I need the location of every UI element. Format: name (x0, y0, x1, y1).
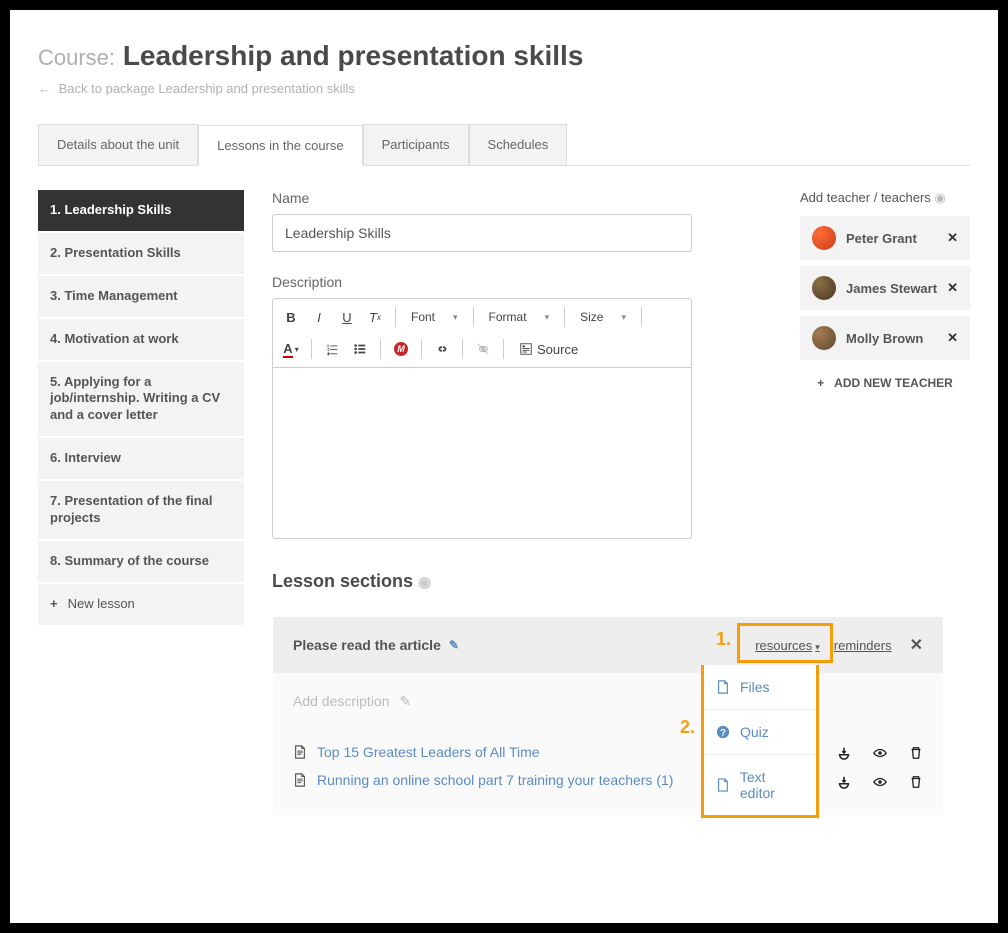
avatar (812, 276, 836, 300)
sidebar-item-lesson[interactable]: 5. Applying for a job/internship. Writin… (38, 362, 244, 439)
tabs: Details about the unit Lessons in the co… (38, 124, 970, 166)
add-description[interactable]: Add description ✎ (293, 693, 923, 710)
dropdown-item-label: Quiz (740, 724, 769, 740)
page-title: Course: Leadership and presentation skil… (38, 40, 970, 72)
reminders-link[interactable]: reminders (834, 638, 892, 653)
close-icon[interactable]: ✕ (910, 635, 923, 655)
lesson-sidebar: 1. Leadership Skills 2. Presentation Ski… (38, 190, 244, 816)
download-icon[interactable] (837, 744, 851, 760)
resources-dropdown-trigger[interactable]: resources▾ (755, 638, 820, 653)
caret-down-icon: ▾ (815, 642, 820, 652)
file-icon (716, 680, 730, 694)
sidebar-item-lesson[interactable]: 4. Motivation at work (38, 319, 244, 362)
teachers-label: Add teacher / teachers ◉ (800, 190, 970, 206)
resource-row: Top 15 Greatest Leaders of All Time (293, 738, 923, 766)
teacher-name: James Stewart (846, 281, 937, 296)
sidebar-item-lesson[interactable]: 6. Interview (38, 438, 244, 481)
tab-participants[interactable]: Participants (363, 124, 469, 165)
teacher-name: Peter Grant (846, 231, 917, 246)
resources-dropdown: Files ? Quiz Text editor (701, 665, 819, 818)
numbered-list-button[interactable] (320, 337, 344, 361)
eye-icon[interactable] (873, 772, 887, 788)
download-icon[interactable] (837, 772, 851, 788)
section-title: Please read the article (293, 637, 441, 653)
annotation-marker-2: 2. (680, 717, 695, 738)
annotation-marker-1: 1. (716, 629, 731, 650)
sidebar-new-lesson[interactable]: New lesson (38, 584, 244, 627)
remove-icon[interactable]: ✕ (947, 330, 958, 346)
sidebar-item-lesson[interactable]: 7. Presentation of the final projects (38, 481, 244, 541)
svg-text:M: M (397, 344, 405, 354)
tab-lessons[interactable]: Lessons in the course (198, 125, 362, 166)
document-icon (293, 745, 307, 759)
remove-format-button[interactable]: Tx (363, 305, 387, 329)
page-title-text: Leadership and presentation skills (123, 40, 584, 71)
sidebar-item-lesson[interactable]: 2. Presentation Skills (38, 233, 244, 276)
teacher-row: James Stewart ✕ (800, 266, 970, 310)
name-label: Name (272, 190, 772, 206)
avatar (812, 226, 836, 250)
pencil-icon[interactable]: ✎ (449, 638, 459, 652)
remove-icon[interactable]: ✕ (947, 230, 958, 246)
source-label: Source (537, 342, 578, 357)
add-teacher-button[interactable]: ADD NEW TEACHER (800, 366, 970, 400)
lesson-name-input[interactable] (272, 214, 692, 252)
arrow-left-icon: ← (38, 81, 51, 96)
teacher-name: Molly Brown (846, 331, 923, 346)
dropdown-item-text-editor[interactable]: Text editor (704, 755, 816, 815)
italic-button[interactable]: I (307, 305, 331, 329)
tab-schedules[interactable]: Schedules (469, 124, 568, 165)
description-editor: B I U Tx Font▾ Format▾ Size▾ A▾ (272, 298, 692, 539)
section-header: Please read the article ✎ resources▾ rem… (273, 617, 943, 673)
dropdown-item-label: Text editor (740, 769, 804, 801)
link-button[interactable] (430, 337, 454, 361)
dropdown-item-files[interactable]: Files (704, 665, 816, 710)
trash-icon[interactable] (909, 772, 923, 788)
file-icon (716, 778, 730, 792)
help-icon[interactable]: ◉ (418, 574, 431, 591)
page-title-prefix: Course: (38, 45, 115, 70)
media-button[interactable]: M (389, 337, 413, 361)
source-button[interactable]: Source (512, 337, 585, 361)
sidebar-item-lesson[interactable]: 3. Time Management (38, 276, 244, 319)
tab-details[interactable]: Details about the unit (38, 124, 198, 165)
back-link-label: Back to package Leadership and presentat… (59, 81, 355, 96)
back-link[interactable]: ← Back to package Leadership and present… (38, 81, 355, 96)
text-color-button[interactable]: A▾ (279, 337, 303, 361)
editor-body[interactable] (273, 368, 691, 538)
editor-toolbar: B I U Tx Font▾ Format▾ Size▾ A▾ (273, 299, 691, 368)
size-select[interactable]: Size▾ (573, 307, 633, 327)
unlink-button[interactable] (471, 337, 495, 361)
dropdown-item-label: Files (740, 679, 770, 695)
resource-row: Running an online school part 7 training… (293, 766, 923, 794)
svg-text:?: ? (720, 728, 726, 739)
trash-icon[interactable] (909, 744, 923, 760)
remove-icon[interactable]: ✕ (947, 280, 958, 296)
avatar (812, 326, 836, 350)
bullet-list-button[interactable] (348, 337, 372, 361)
teacher-row: Peter Grant ✕ (800, 216, 970, 260)
lesson-sections-heading: Lesson sections ◉ (272, 571, 772, 592)
sidebar-item-lesson[interactable]: 8. Summary of the course (38, 541, 244, 584)
bold-button[interactable]: B (279, 305, 303, 329)
font-select[interactable]: Font▾ (404, 307, 465, 327)
pencil-icon: ✎ (399, 693, 411, 709)
description-label: Description (272, 274, 772, 290)
format-select[interactable]: Format▾ (482, 307, 557, 327)
underline-button[interactable]: U (335, 305, 359, 329)
document-icon (293, 773, 307, 787)
help-icon[interactable]: ◉ (934, 190, 945, 205)
teacher-row: Molly Brown ✕ (800, 316, 970, 360)
sidebar-item-lesson[interactable]: 1. Leadership Skills (38, 190, 244, 233)
dropdown-item-quiz[interactable]: ? Quiz (704, 710, 816, 755)
eye-icon[interactable] (873, 744, 887, 760)
question-icon: ? (716, 725, 730, 739)
